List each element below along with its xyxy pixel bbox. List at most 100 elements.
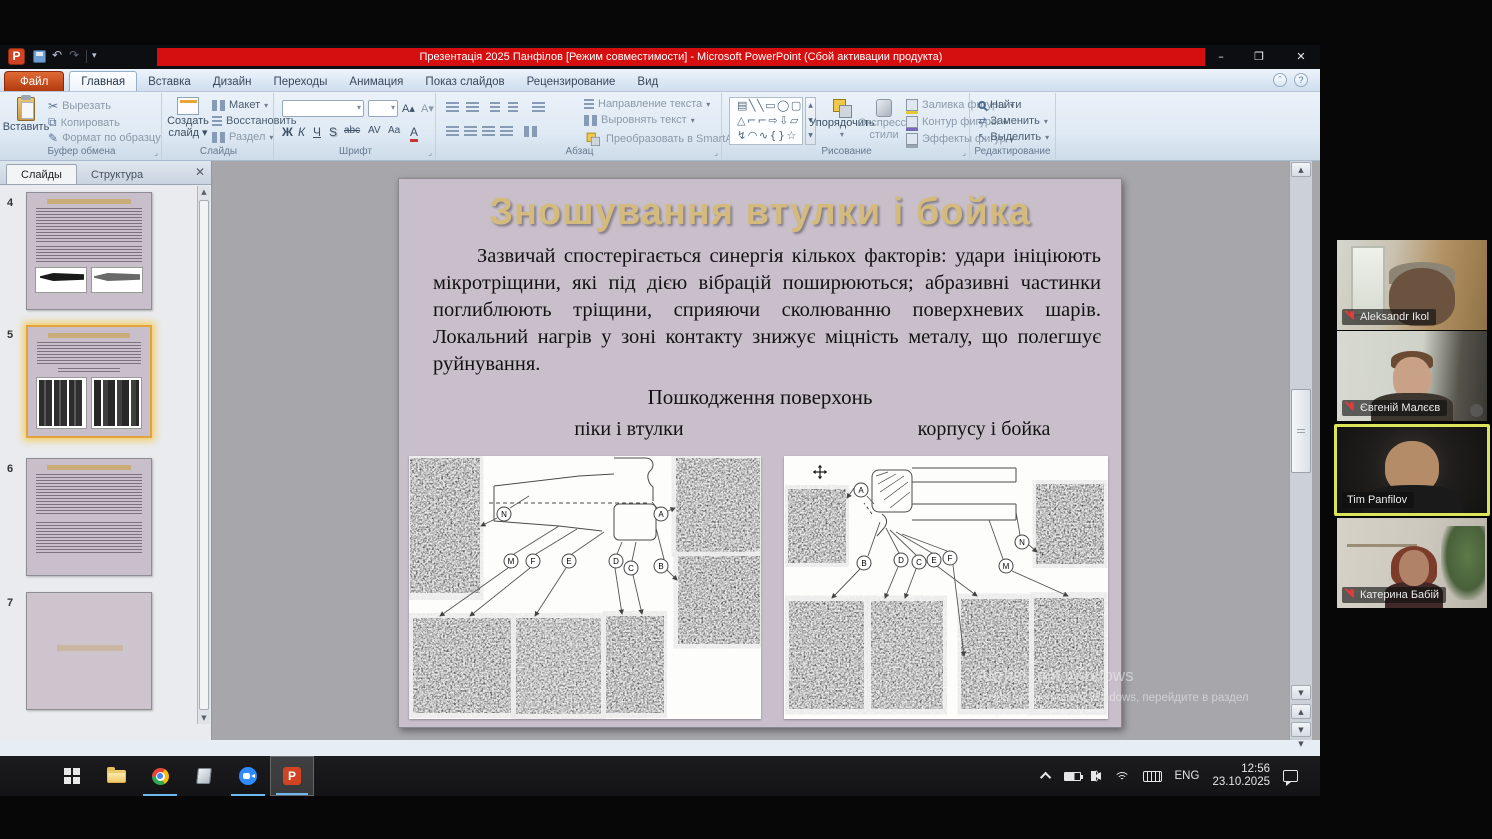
restore-button[interactable]: ❐ — [1246, 49, 1272, 65]
slide-canvas[interactable]: Зношування втулки і бойка Зазвичай спост… — [398, 178, 1122, 728]
slide-thumbnail-6[interactable] — [26, 458, 152, 576]
next-slide-icon[interactable]: ▼▼ — [1291, 722, 1311, 737]
wifi-icon[interactable] — [1114, 771, 1130, 782]
cut-button[interactable]: ✂Вырезать — [48, 99, 111, 113]
tab-slideshow[interactable]: Показ слайдов — [414, 72, 515, 91]
tab-design[interactable]: Дизайн — [202, 72, 263, 91]
line-spacing-icon[interactable] — [532, 102, 545, 113]
justify-icon[interactable] — [500, 126, 513, 137]
shapes-gallery[interactable]: ▤╲╲▭◯▢ △⌐⌐⇨⇩▱ ↯◠∿{}☆ — [729, 97, 803, 145]
notes-app-button[interactable] — [182, 756, 226, 796]
main-scrollbar[interactable]: ▲ ▼ ▲▲ ▼▼ — [1289, 161, 1312, 740]
tab-outline[interactable]: Структура — [77, 165, 157, 184]
change-case-button[interactable]: Aa — [388, 125, 400, 136]
align-right-icon[interactable] — [482, 126, 495, 137]
underline-button[interactable]: Ч — [313, 125, 321, 139]
battery-icon[interactable] — [1064, 772, 1081, 781]
shapes-row-3[interactable]: ↯◠∿{}☆ — [737, 129, 798, 142]
font-name-combo[interactable] — [282, 100, 364, 117]
select-button[interactable]: ↖Выделить▾ — [978, 131, 1049, 143]
numbering-icon[interactable] — [466, 102, 479, 113]
shapes-row-2[interactable]: △⌐⌐⇨⇩▱ — [737, 114, 800, 127]
paste-button[interactable]: Вставить — [8, 97, 44, 133]
tab-file[interactable]: Файл — [4, 71, 64, 91]
grow-font-button[interactable]: A▴ — [402, 102, 415, 115]
caption-right[interactable]: корпусу і бойка — [839, 418, 1129, 441]
participant-video-1[interactable]: Aleksandr Ikol — [1337, 240, 1487, 330]
replace-button[interactable]: ⇄Заменить▾ — [978, 115, 1048, 127]
arrange-button[interactable]: Упорядочить▾ — [820, 99, 864, 141]
tab-transitions[interactable]: Переходы — [262, 72, 338, 91]
input-language[interactable]: ENG — [1175, 770, 1200, 782]
undo-icon[interactable]: ↶ — [52, 48, 62, 62]
font-dialog-launcher-icon[interactable]: ⌟ — [428, 148, 432, 157]
file-explorer-button[interactable] — [94, 756, 138, 796]
drawing-dialog-launcher-icon[interactable]: ⌟ — [962, 148, 966, 157]
clock[interactable]: 12:56 23.10.2025 — [1212, 763, 1270, 789]
paragraph-dialog-launcher-icon[interactable]: ⌟ — [714, 148, 718, 157]
panel-scroll-thumb[interactable] — [199, 200, 209, 710]
font-color-button[interactable]: A — [410, 125, 418, 142]
slide-title[interactable]: Зношування втулки і бойка — [399, 191, 1121, 234]
participant-video-2[interactable]: Євгеній Малєєв — [1337, 331, 1487, 421]
slide-subtitle[interactable]: Пошкодження поверхонь — [399, 385, 1121, 410]
minimize-button[interactable]: – — [1208, 49, 1234, 65]
speaker-icon[interactable] — [1094, 772, 1101, 780]
tab-review[interactable]: Рецензирование — [516, 72, 627, 91]
align-left-icon[interactable] — [446, 126, 459, 137]
tile-corner-icon[interactable] — [1470, 404, 1483, 417]
scroll-down-icon[interactable]: ▼ — [198, 714, 210, 722]
tray-expand-icon[interactable] — [1039, 772, 1050, 783]
bullets-icon[interactable] — [446, 102, 459, 113]
shrink-font-button[interactable]: A▾ — [421, 102, 434, 115]
previous-slide-icon[interactable]: ▲▲ — [1291, 704, 1311, 719]
zoom-app-button[interactable] — [226, 756, 270, 796]
section-button[interactable]: Раздел▾ — [212, 131, 273, 143]
clipboard-dialog-launcher-icon[interactable]: ⌟ — [154, 148, 158, 157]
redo-icon[interactable]: ↷ — [69, 48, 79, 62]
decrease-indent-icon[interactable] — [490, 102, 500, 113]
char-spacing-button[interactable]: AV — [368, 125, 381, 136]
participant-video-3-active-speaker[interactable]: Tim Panfilov — [1334, 424, 1490, 516]
caption-left[interactable]: піки і втулки — [509, 418, 749, 441]
font-size-combo[interactable] — [368, 100, 398, 117]
copy-button[interactable]: ⧉Копировать — [48, 115, 120, 130]
scroll-up-icon[interactable]: ▲ — [198, 188, 210, 196]
italic-button[interactable]: К — [298, 125, 305, 139]
tab-slides-thumbnails[interactable]: Слайды — [6, 164, 77, 184]
slide-thumbnail-5-selected[interactable] — [26, 325, 152, 438]
find-button[interactable]: Найти — [978, 99, 1021, 111]
save-icon[interactable] — [33, 50, 46, 63]
slide-paragraph[interactable]: Зазвичай спостерігається синергія кілько… — [433, 243, 1101, 378]
start-button[interactable] — [50, 756, 94, 796]
increase-indent-icon[interactable] — [508, 102, 518, 113]
powerpoint-logo-icon[interactable]: P — [8, 48, 25, 65]
format-painter-button[interactable]: ✎Формат по образцу — [48, 131, 161, 145]
scroll-down-icon[interactable]: ▼ — [1291, 685, 1311, 700]
scroll-thumb[interactable] — [1291, 389, 1311, 473]
slide-thumbnail-7[interactable] — [26, 592, 152, 710]
tab-view[interactable]: Вид — [626, 72, 669, 91]
text-direction-button[interactable]: Направление текста▾ — [584, 98, 710, 110]
qat-dropdown-icon[interactable]: ▾ — [92, 51, 97, 61]
new-slide-button[interactable]: Создатьслайд ▾ — [168, 97, 208, 139]
quick-styles-button[interactable]: Экспресс-стили — [864, 99, 904, 141]
tab-home[interactable]: Главная — [69, 71, 137, 91]
notification-center-icon[interactable] — [1283, 770, 1298, 782]
bold-button[interactable]: Ж — [282, 125, 293, 139]
collapse-ribbon-icon[interactable]: ˆ — [1273, 73, 1287, 87]
align-text-button[interactable]: Выровнять текст▾ — [584, 114, 695, 126]
powerpoint-taskbar-button[interactable]: P — [270, 756, 314, 796]
figure-pick-bushing[interactable]: N M F E D C B A — [409, 456, 761, 719]
text-shadow-button[interactable]: S — [329, 125, 337, 139]
touch-keyboard-icon[interactable] — [1143, 771, 1162, 782]
close-button[interactable]: ✕ — [1288, 49, 1314, 65]
shapes-row-1[interactable]: ▤╲╲▭◯▢ — [737, 99, 803, 112]
scroll-up-icon[interactable]: ▲ — [1291, 162, 1311, 177]
layout-button[interactable]: Макет▾ — [212, 99, 268, 111]
tab-insert[interactable]: Вставка — [137, 72, 202, 91]
chrome-button[interactable] — [138, 756, 182, 796]
strikethrough-button[interactable]: abc — [344, 125, 360, 136]
tab-animations[interactable]: Анимация — [338, 72, 414, 91]
align-center-icon[interactable] — [464, 126, 477, 137]
